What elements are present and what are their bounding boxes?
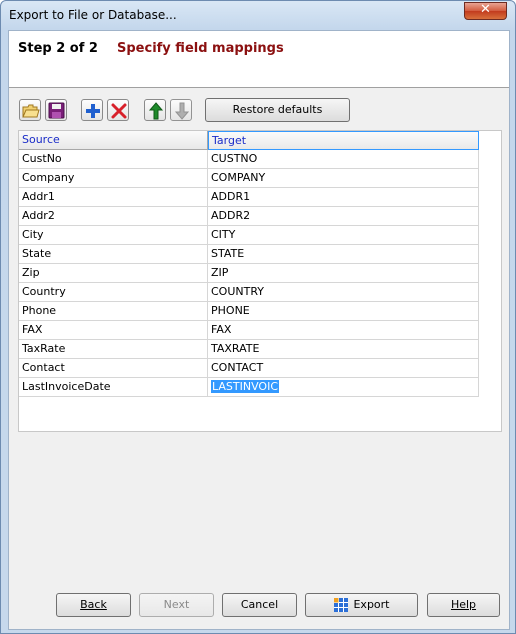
source-cell[interactable]: TaxRate: [19, 340, 208, 359]
field-mapping-grid[interactable]: Source Target CustNo CUSTNO Company COMPANY…: [18, 130, 502, 432]
step-description: Specify field mappings: [117, 41, 284, 56]
save-disk-icon: [48, 102, 65, 119]
table-row[interactable]: CustNo CUSTNO: [19, 150, 479, 169]
next-button[interactable]: Next: [139, 593, 214, 617]
add-mapping-button[interactable]: [81, 99, 103, 121]
source-cell[interactable]: LastInvoiceDate: [19, 378, 208, 397]
open-folder-icon: [22, 104, 40, 118]
help-button[interactable]: Help: [427, 593, 500, 617]
move-up-button[interactable]: [144, 99, 166, 121]
target-cell[interactable]: FAX: [208, 321, 479, 340]
target-cell[interactable]: COMPANY: [208, 169, 479, 188]
source-cell[interactable]: Phone: [19, 302, 208, 321]
move-down-arrow-icon: [174, 102, 190, 120]
table-row[interactable]: Country COUNTRY: [19, 283, 479, 302]
table-row[interactable]: State STATE: [19, 245, 479, 264]
cancel-button[interactable]: Cancel: [222, 593, 297, 617]
delete-mapping-button[interactable]: [107, 99, 129, 121]
table-row[interactable]: Addr2 ADDR2: [19, 207, 479, 226]
table-row[interactable]: Zip ZIP: [19, 264, 479, 283]
table-row[interactable]: TaxRate TAXRATE: [19, 340, 479, 359]
source-cell[interactable]: Addr2: [19, 207, 208, 226]
source-cell[interactable]: Country: [19, 283, 208, 302]
back-label: Back: [80, 598, 107, 611]
target-cell[interactable]: PHONE: [208, 302, 479, 321]
source-cell[interactable]: Addr1: [19, 188, 208, 207]
dialog-client-area: Step 2 of 2 Specify field mappings Resto…: [8, 30, 510, 630]
open-button[interactable]: [19, 99, 41, 121]
target-cell[interactable]: STATE: [208, 245, 479, 264]
export-grid-icon: [334, 598, 348, 612]
source-cell[interactable]: CustNo: [19, 150, 208, 169]
move-down-button[interactable]: [170, 99, 192, 121]
wizard-header: Step 2 of 2 Specify field mappings: [9, 31, 509, 87]
table-row[interactable]: Phone PHONE: [19, 302, 479, 321]
column-header-source[interactable]: Source: [19, 131, 208, 150]
export-button[interactable]: Export: [305, 593, 418, 617]
target-cell[interactable]: CONTACT: [208, 359, 479, 378]
target-cell[interactable]: ADDR2: [208, 207, 479, 226]
target-cell[interactable]: CUSTNO: [208, 150, 479, 169]
table-row[interactable]: City CITY: [19, 226, 479, 245]
restore-defaults-button[interactable]: Restore defaults: [205, 98, 350, 122]
delete-x-icon: [111, 103, 127, 119]
close-icon: ✕: [480, 2, 491, 17]
column-header-target[interactable]: Target: [208, 131, 479, 150]
header-divider: [9, 87, 509, 88]
grid-header-row: Source Target: [19, 131, 479, 150]
table-row[interactable]: LastInvoiceDate LASTINVOIC: [19, 378, 479, 397]
close-button[interactable]: ✕: [464, 2, 507, 20]
source-cell[interactable]: City: [19, 226, 208, 245]
target-cell[interactable]: TAXRATE: [208, 340, 479, 359]
source-cell[interactable]: Zip: [19, 264, 208, 283]
save-button[interactable]: [45, 99, 67, 121]
source-cell[interactable]: Company: [19, 169, 208, 188]
source-cell[interactable]: FAX: [19, 321, 208, 340]
target-cell[interactable]: COUNTRY: [208, 283, 479, 302]
target-cell-editor-selection[interactable]: LASTINVOIC: [211, 380, 279, 393]
target-cell[interactable]: LASTINVOIC: [208, 378, 479, 397]
back-button[interactable]: Back: [56, 593, 131, 617]
title-bar[interactable]: Export to File or Database... ✕: [1, 1, 515, 29]
help-label: Help: [450, 598, 477, 611]
source-cell[interactable]: Contact: [19, 359, 208, 378]
table-row[interactable]: Addr1 ADDR1: [19, 188, 479, 207]
target-cell[interactable]: ZIP: [208, 264, 479, 283]
table-row[interactable]: Company COMPANY: [19, 169, 479, 188]
step-indicator: Step 2 of 2: [18, 41, 98, 56]
source-cell[interactable]: State: [19, 245, 208, 264]
window-title: Export to File or Database...: [9, 8, 177, 22]
add-plus-icon: [86, 104, 100, 118]
export-dialog-window: Export to File or Database... ✕ Step 2 o…: [0, 0, 516, 634]
table-row[interactable]: FAX FAX: [19, 321, 479, 340]
target-cell[interactable]: CITY: [208, 226, 479, 245]
table-row[interactable]: Contact CONTACT: [19, 359, 479, 378]
target-cell[interactable]: ADDR1: [208, 188, 479, 207]
move-up-arrow-icon: [148, 102, 164, 120]
